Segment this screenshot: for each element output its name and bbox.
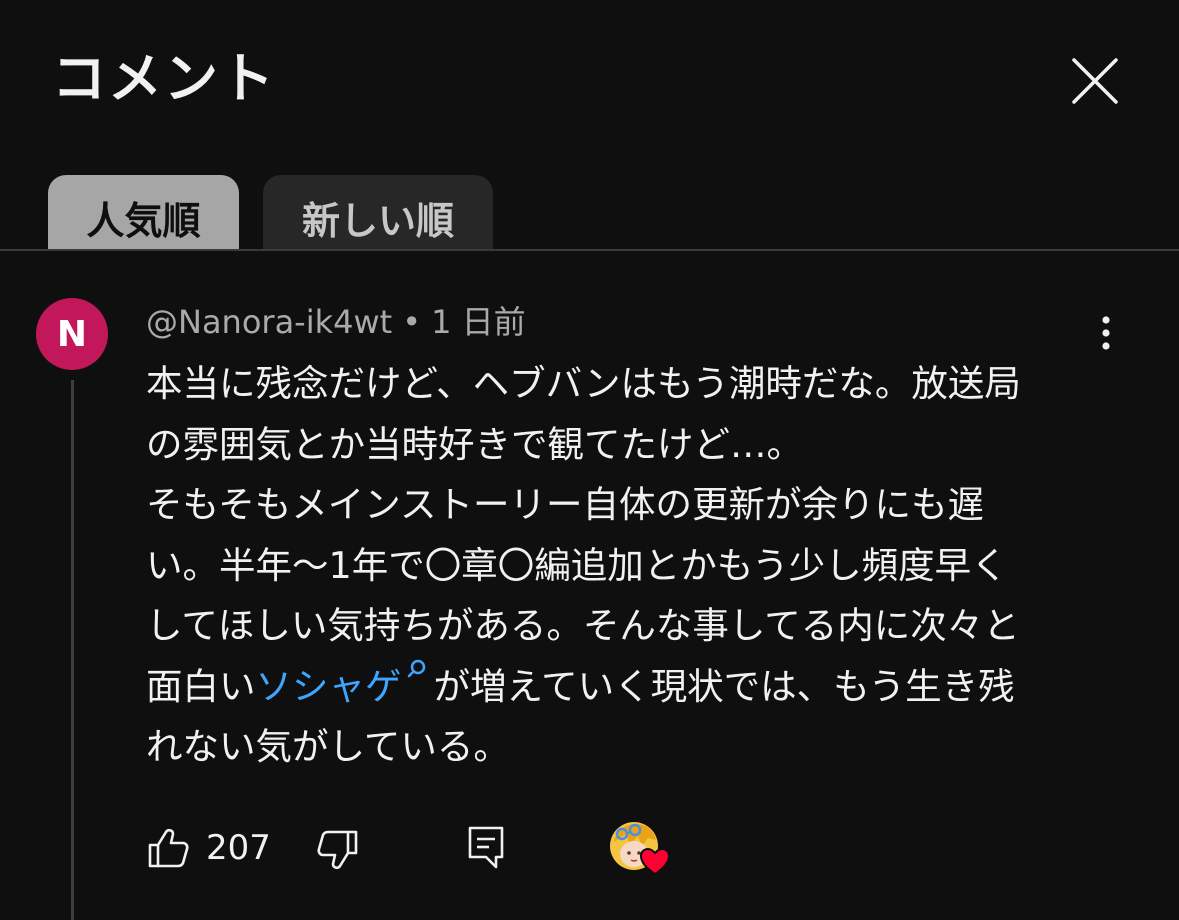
more-vert-icon — [1102, 316, 1110, 350]
comment-line: れない気がしている。 — [146, 725, 510, 768]
close-button[interactable] — [1066, 52, 1124, 110]
thumbs-up-icon — [148, 828, 189, 868]
thumbs-down-icon — [317, 830, 358, 870]
comment-line-suffix: が増えていく現状では、もう生き残 — [433, 664, 1015, 708]
comment-author[interactable]: @Nanora-ik4wt — [146, 303, 392, 341]
more-options-button[interactable] — [1090, 312, 1122, 356]
comment-line: してほしい気持ちがある。そんな事してる内に次々と — [146, 604, 1020, 647]
comment-text: 本当に残念だけど、ヘブバンはもう潮時だな。放送局 の雰囲気とか当時好きで観てたけ… — [146, 354, 1106, 778]
comment-meta: @Nanora-ik4wt • 1 日前 — [146, 302, 526, 342]
reply-button[interactable] — [466, 824, 506, 870]
comment-time[interactable]: 1 日前 — [431, 303, 526, 341]
comment-line: 本当に残念だけど、ヘブバンはもう潮時だな。放送局 — [146, 362, 1021, 405]
search-link-text: ソシャゲ — [255, 664, 402, 708]
divider — [0, 249, 1179, 251]
reply-icon — [468, 826, 504, 869]
tab-newest[interactable]: 新しい順 — [263, 175, 493, 251]
like-count: 207 — [206, 828, 271, 868]
page-title: コメント — [52, 47, 276, 110]
close-icon — [1072, 58, 1118, 104]
comment-line: そもそもメインストーリー自体の更新が余りにも遅 — [146, 483, 985, 526]
tab-popular[interactable]: 人気順 — [48, 175, 239, 251]
comment-line: い。半年〜1年で〇章〇編追加とかもう少し頻度早く — [146, 543, 1008, 587]
thread-line — [71, 380, 74, 920]
comments-header: コメント — [0, 0, 1179, 160]
meta-separator: • — [402, 303, 422, 341]
like-button[interactable] — [146, 826, 190, 870]
search-link[interactable]: ソシャゲ — [255, 659, 434, 708]
comment-line: の雰囲気とか当時好きで観てたけど…。 — [146, 422, 803, 466]
comment-actions: 207 — [146, 820, 706, 876]
comment-line-with-link: 面白いソシャゲ が増えていく現状では、もう生き残 — [146, 657, 1106, 718]
comment-line-prefix: 面白い — [146, 664, 256, 708]
dislike-button[interactable] — [316, 828, 360, 872]
avatar[interactable]: N — [36, 298, 108, 370]
creator-heart-badge — [608, 820, 672, 880]
search-icon — [407, 659, 425, 677]
sort-tabs: 人気順 新しい順 — [48, 175, 493, 251]
heart-icon — [640, 848, 670, 876]
